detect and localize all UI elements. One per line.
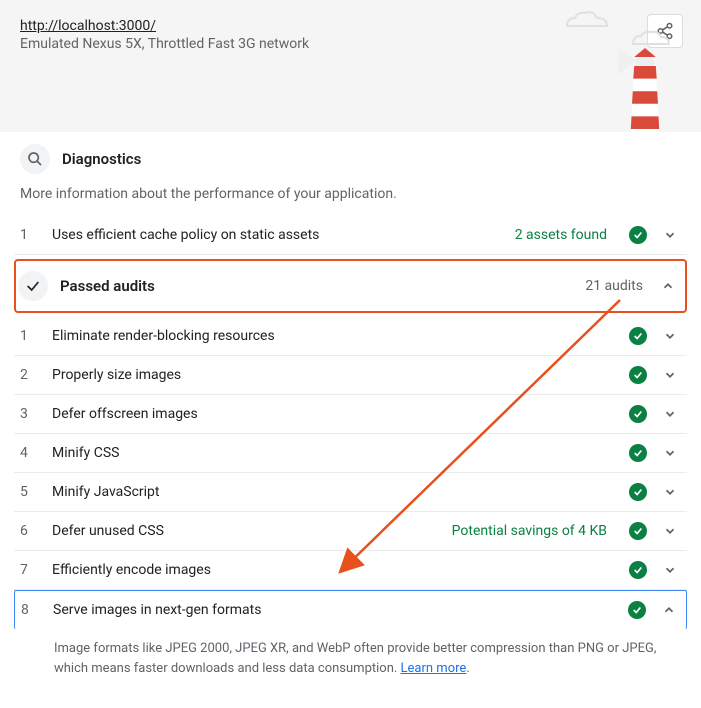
row-number: 1 xyxy=(20,227,38,243)
main-content: Diagnostics More information about the p… xyxy=(0,132,701,708)
row-label: Minify CSS xyxy=(52,445,615,461)
chevron-down-icon[interactable] xyxy=(661,407,679,421)
share-button[interactable] xyxy=(647,14,683,48)
passed-audit-row[interactable]: 7 Efficiently encode images xyxy=(14,551,687,590)
row-label: Properly size images xyxy=(52,367,615,383)
row-hint: Potential savings of 4 KB xyxy=(452,523,607,539)
search-icon xyxy=(20,144,50,174)
learn-more-link[interactable]: Learn more xyxy=(401,661,467,676)
chevron-up-icon[interactable] xyxy=(660,603,678,617)
check-icon xyxy=(629,366,647,384)
row-number: 8 xyxy=(21,602,39,618)
row-number: 2 xyxy=(20,367,38,383)
detail-text: Image formats like JPEG 2000, JPEG XR, a… xyxy=(54,641,656,676)
passed-audit-row[interactable]: 4 Minify CSS xyxy=(14,434,687,473)
row-number: 5 xyxy=(20,484,38,500)
row-number: 1 xyxy=(20,328,38,344)
check-icon xyxy=(629,444,647,462)
check-icon xyxy=(629,405,647,423)
row-label: Efficiently encode images xyxy=(52,562,615,578)
lighthouse-decoration xyxy=(615,48,675,138)
chevron-down-icon[interactable] xyxy=(661,228,679,242)
chevron-down-icon[interactable] xyxy=(661,368,679,382)
chevron-up-icon[interactable] xyxy=(659,279,677,293)
chevron-down-icon[interactable] xyxy=(661,524,679,538)
chevron-down-icon[interactable] xyxy=(661,485,679,499)
check-icon xyxy=(629,483,647,501)
row-number: 4 xyxy=(20,445,38,461)
chevron-down-icon[interactable] xyxy=(661,446,679,460)
passed-audit-row[interactable]: 8 Serve images in next-gen formats xyxy=(14,590,687,629)
check-icon xyxy=(628,601,646,619)
check-icon xyxy=(629,226,647,244)
group-title: Passed audits xyxy=(60,277,573,295)
chevron-down-icon[interactable] xyxy=(661,563,679,577)
chevron-down-icon[interactable] xyxy=(661,329,679,343)
row-hint: 2 assets found xyxy=(515,227,607,243)
passed-audit-row[interactable]: 1 Eliminate render-blocking resources xyxy=(14,317,687,356)
diagnostics-header: Diagnostics xyxy=(14,132,687,180)
row-number: 6 xyxy=(20,523,38,539)
passed-audit-row[interactable]: 2 Properly size images xyxy=(14,356,687,395)
diagnostic-row[interactable]: 1 Uses efficient cache policy on static … xyxy=(14,216,687,255)
passed-audit-row[interactable]: 6 Defer unused CSS Potential savings of 4 … xyxy=(14,512,687,551)
section-description: More information about the performance o… xyxy=(14,180,687,216)
row-label: Eliminate render-blocking resources xyxy=(52,328,615,344)
row-label: Uses efficient cache policy on static as… xyxy=(52,227,501,243)
share-icon xyxy=(656,22,674,40)
passed-audits-list: 1 Eliminate render-blocking resources 2 Pro… xyxy=(14,317,687,629)
row-label: Defer offscreen images xyxy=(52,406,615,422)
row-label: Serve images in next-gen formats xyxy=(53,602,614,618)
audit-detail: Image formats like JPEG 2000, JPEG XR, a… xyxy=(14,629,687,692)
passed-audits-header[interactable]: Passed audits 21 audits xyxy=(14,259,687,313)
group-count: 21 audits xyxy=(585,278,643,294)
emulation-info: Emulated Nexus 5X, Throttled Fast 3G net… xyxy=(20,36,681,52)
section-title: Diagnostics xyxy=(62,150,141,168)
row-label: Defer unused CSS xyxy=(52,523,438,539)
report-header: http://localhost:3000/ Emulated Nexus 5X… xyxy=(0,0,701,132)
check-icon xyxy=(629,327,647,345)
row-label: Minify JavaScript xyxy=(52,484,615,500)
row-number: 7 xyxy=(20,562,38,578)
check-icon xyxy=(629,522,647,540)
passed-audit-row[interactable]: 3 Defer offscreen images xyxy=(14,395,687,434)
report-url[interactable]: http://localhost:3000/ xyxy=(20,18,681,34)
checkmark-icon xyxy=(18,271,48,301)
check-icon xyxy=(629,561,647,579)
row-number: 3 xyxy=(20,406,38,422)
passed-audit-row[interactable]: 5 Minify JavaScript xyxy=(14,473,687,512)
